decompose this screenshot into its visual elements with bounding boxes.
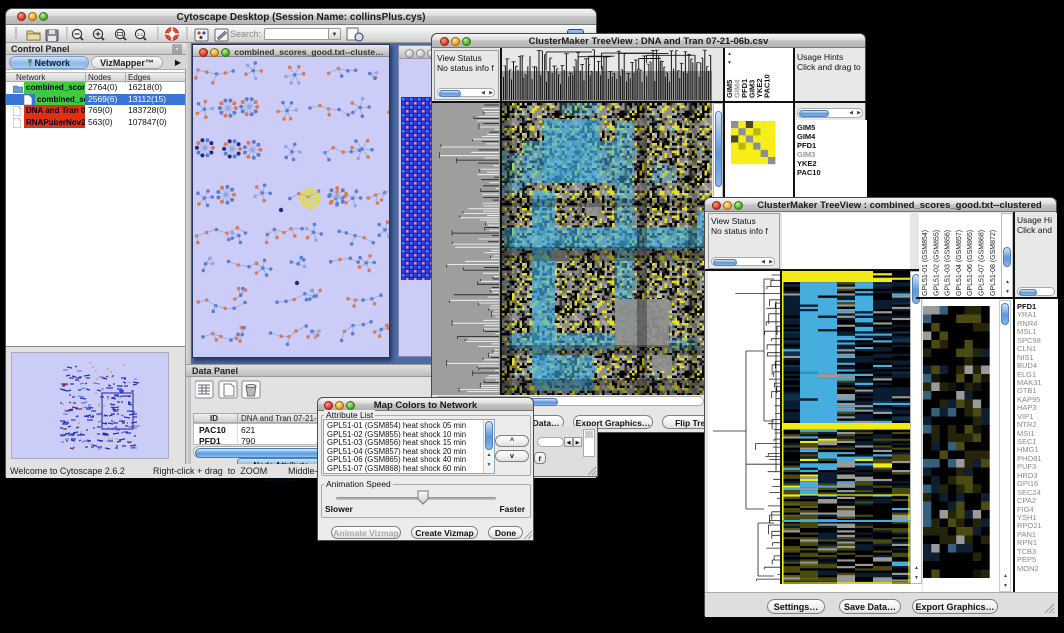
svg-text:Search:: Search:	[230, 29, 261, 39]
svg-text:GPL51-07 (GSM868): GPL51-07 (GSM868)	[979, 230, 986, 296]
svg-text:GPL51-06 (GSM865): GPL51-06 (GSM865)	[967, 230, 974, 296]
svg-text:GPL51-01 (GSM854): GPL51-01 (GSM854)	[922, 230, 929, 296]
svg-text:GPL51-03 (GSM856): GPL51-03 (GSM856)	[945, 230, 952, 296]
svg-text:GPL51-02 (GSM855): GPL51-02 (GSM855)	[933, 230, 940, 296]
svg-text:1:1: 1:1	[137, 32, 144, 37]
svg-text:GPL51-04 (GSM857): GPL51-04 (GSM857)	[956, 230, 963, 296]
svg-text:GPL51-08 (GSM872): GPL51-08 (GSM872)	[990, 230, 997, 296]
svg-text:PAC10: PAC10	[763, 74, 772, 98]
